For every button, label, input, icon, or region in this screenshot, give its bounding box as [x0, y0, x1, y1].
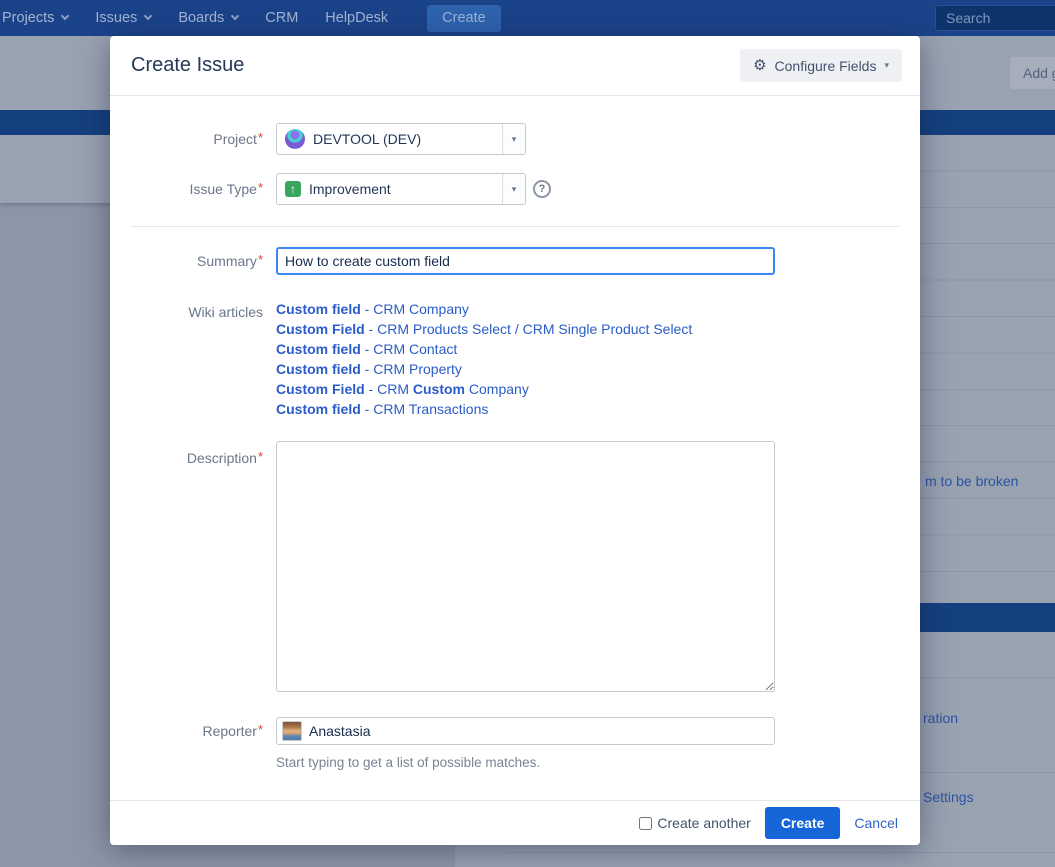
background-link-configuration[interactable]: ration: [923, 710, 958, 726]
create-another-checkbox[interactable]: [639, 817, 652, 830]
configure-fields-label: Configure Fields: [775, 58, 877, 74]
wiki-article-link[interactable]: Custom Field - CRM Custom Company: [276, 379, 692, 399]
dialog-title: Create Issue: [131, 54, 244, 77]
description-field-row: Description: [110, 441, 920, 692]
description-label: Description: [110, 441, 276, 692]
reporter-picker[interactable]: [276, 717, 775, 745]
cancel-link[interactable]: Cancel: [854, 815, 898, 831]
wiki-articles-label: Wiki articles: [110, 299, 276, 419]
summary-input[interactable]: [276, 247, 775, 275]
issue-type-select-dropdown-button[interactable]: ▾: [502, 174, 525, 204]
issue-type-select-text: Improvement: [309, 181, 391, 197]
section-divider: [131, 226, 899, 227]
app-root: Add g m to be broken ration Settings Pro…: [0, 0, 1055, 867]
wiki-articles-list: Custom field - CRM CompanyCustom Field -…: [276, 299, 692, 419]
wiki-article-link[interactable]: Custom Field - CRM Products Select / CRM…: [276, 319, 692, 339]
summary-field-row: Summary: [110, 247, 920, 275]
reporter-label: Reporter: [110, 717, 276, 745]
nav-create-button[interactable]: Create: [427, 5, 501, 32]
reporter-help-text: Start typing to get a list of possible m…: [276, 755, 920, 770]
reporter-avatar: [282, 721, 302, 741]
project-label: Project: [110, 123, 276, 155]
project-field-row: Project DEVTOOL (DEV) ▾: [110, 123, 920, 155]
wiki-article-link[interactable]: Custom field - CRM Property: [276, 359, 692, 379]
create-another-option[interactable]: Create another: [639, 815, 750, 831]
help-icon[interactable]: [533, 180, 551, 198]
create-issue-dialog: Create Issue ⚙ Configure Fields ▾ Projec…: [110, 36, 920, 845]
project-select-dropdown-button[interactable]: ▾: [502, 124, 525, 154]
issue-type-select-value: Improvement: [277, 174, 502, 204]
nav-items: Projects Issues Boards CRM HelpDesk: [2, 10, 415, 26]
issue-type-label: Issue Type: [110, 173, 276, 205]
nav-item-label: CRM: [265, 10, 298, 26]
issue-type-field-row: Issue Type Improvement ▾: [110, 173, 920, 205]
chevron-down-icon: ▾: [884, 60, 889, 71]
nav-item-label: Issues: [95, 10, 137, 26]
project-select-value: DEVTOOL (DEV): [277, 124, 502, 154]
create-another-label: Create another: [657, 815, 750, 831]
wiki-article-link[interactable]: Custom field - CRM Transactions: [276, 399, 692, 419]
dialog-body: Project DEVTOOL (DEV) ▾ Issue Type Impro…: [110, 96, 920, 770]
dialog-footer: Create another Create Cancel: [110, 800, 920, 845]
background-link-settings[interactable]: Settings: [923, 789, 974, 805]
create-button[interactable]: Create: [765, 807, 841, 839]
project-avatar-icon: [285, 129, 305, 149]
issue-type-select[interactable]: Improvement ▾: [276, 173, 526, 205]
chevron-down-icon: [61, 12, 69, 20]
search-input[interactable]: [935, 5, 1055, 31]
add-gadget-button[interactable]: Add g: [1010, 57, 1055, 89]
top-navbar: Projects Issues Boards CRM HelpDesk Create: [0, 0, 1055, 36]
nav-item-issues[interactable]: Issues: [95, 10, 151, 26]
nav-item-helpdesk[interactable]: HelpDesk: [325, 10, 388, 26]
project-select-text: DEVTOOL (DEV): [313, 131, 421, 147]
nav-item-label: Boards: [178, 10, 224, 26]
reporter-field-row: Reporter: [110, 717, 920, 745]
nav-item-crm[interactable]: CRM: [265, 10, 298, 26]
project-select[interactable]: DEVTOOL (DEV) ▾: [276, 123, 526, 155]
wiki-articles-row: Wiki articles Custom field - CRM Company…: [110, 299, 920, 419]
reporter-input[interactable]: [309, 723, 769, 739]
wiki-article-link[interactable]: Custom field - CRM Company: [276, 299, 692, 319]
description-textarea[interactable]: [276, 441, 775, 692]
gear-icon: ⚙: [753, 58, 766, 73]
configure-fields-button[interactable]: ⚙ Configure Fields ▾: [740, 49, 902, 82]
wiki-article-link[interactable]: Custom field - CRM Contact: [276, 339, 692, 359]
nav-item-label: Projects: [2, 10, 54, 26]
improvement-type-icon: [285, 181, 301, 197]
nav-item-label: HelpDesk: [325, 10, 388, 26]
chevron-down-icon: [231, 12, 239, 20]
nav-item-boards[interactable]: Boards: [178, 10, 238, 26]
dialog-header: Create Issue ⚙ Configure Fields ▾: [110, 36, 920, 96]
summary-label: Summary: [110, 247, 276, 275]
nav-item-projects[interactable]: Projects: [2, 10, 68, 26]
chevron-down-icon: [144, 12, 152, 20]
background-link-broken-item[interactable]: m to be broken: [925, 473, 1018, 489]
